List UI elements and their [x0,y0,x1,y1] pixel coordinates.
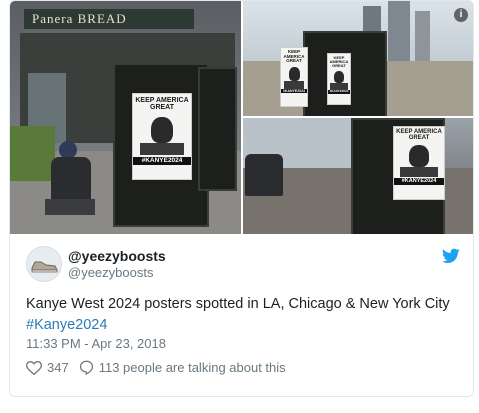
poster-shoulders [140,143,184,155]
user-handle[interactable]: @yeezyboosts [68,265,153,280]
poster: KEEP AMERICA GREAT #KANYE2024 [393,126,445,200]
tweet-card: Panera BREAD KEEP AMERICA GREAT #KANYE20… [9,0,474,397]
poster: KEEP AMERICA GREAT #KANYE2024 [327,53,351,105]
tweet-timestamp[interactable]: 11:33 PM - Apr 23, 2018 [26,336,166,351]
car [245,154,283,196]
poster: KEEP AMERICA GREAT #KANYE2024 [280,47,308,107]
poster-headline: KEEP AMERICA GREAT [135,97,189,111]
hashtag-link[interactable]: #Kanye2024 [26,317,107,333]
twitter-bird-icon[interactable] [442,248,460,264]
poster-tag: #KANYE2024 [133,157,191,165]
display-name[interactable]: @yeezyboosts [68,248,166,264]
building [388,1,410,61]
like-button[interactable]: 347 [26,360,69,375]
poster-face [151,117,173,143]
photo-new-york[interactable]: KEEP AMERICA GREAT #KANYE2024 [243,118,473,234]
tweet-text: Kanye West 2024 posters spotted in LA, C… [26,294,466,336]
comment-icon [79,360,93,375]
tweet-media-grid[interactable]: Panera BREAD KEEP AMERICA GREAT #KANYE20… [10,1,473,234]
info-icon[interactable]: i [454,8,468,22]
store-sign: Panera BREAD [24,9,194,29]
photo-chicago[interactable]: KEEP AMERICA GREAT #KANYE2024 KEEP AMERI… [243,1,473,116]
tweet-text-main: Kanye West 2024 posters spotted in LA, C… [26,296,450,312]
avatar[interactable] [26,246,62,282]
sneaker-icon [31,261,58,273]
seated-person [45,141,95,226]
building [415,11,430,61]
heart-icon [26,360,42,375]
tweet-actions: 347 113 people are talking about this [26,360,296,375]
utility-box-side [198,67,237,191]
poster: KEEP AMERICA GREAT #KANYE2024 [132,93,192,180]
like-count: 347 [47,360,69,375]
talking-count: 113 people are talking about this [98,360,286,375]
tweet-body: @yeezyboosts @yeezyboosts Kanye West 202… [10,234,473,396]
conversation-link[interactable]: 113 people are talking about this [79,360,286,375]
photo-la-storefront[interactable]: Panera BREAD KEEP AMERICA GREAT #KANYE20… [10,1,241,234]
